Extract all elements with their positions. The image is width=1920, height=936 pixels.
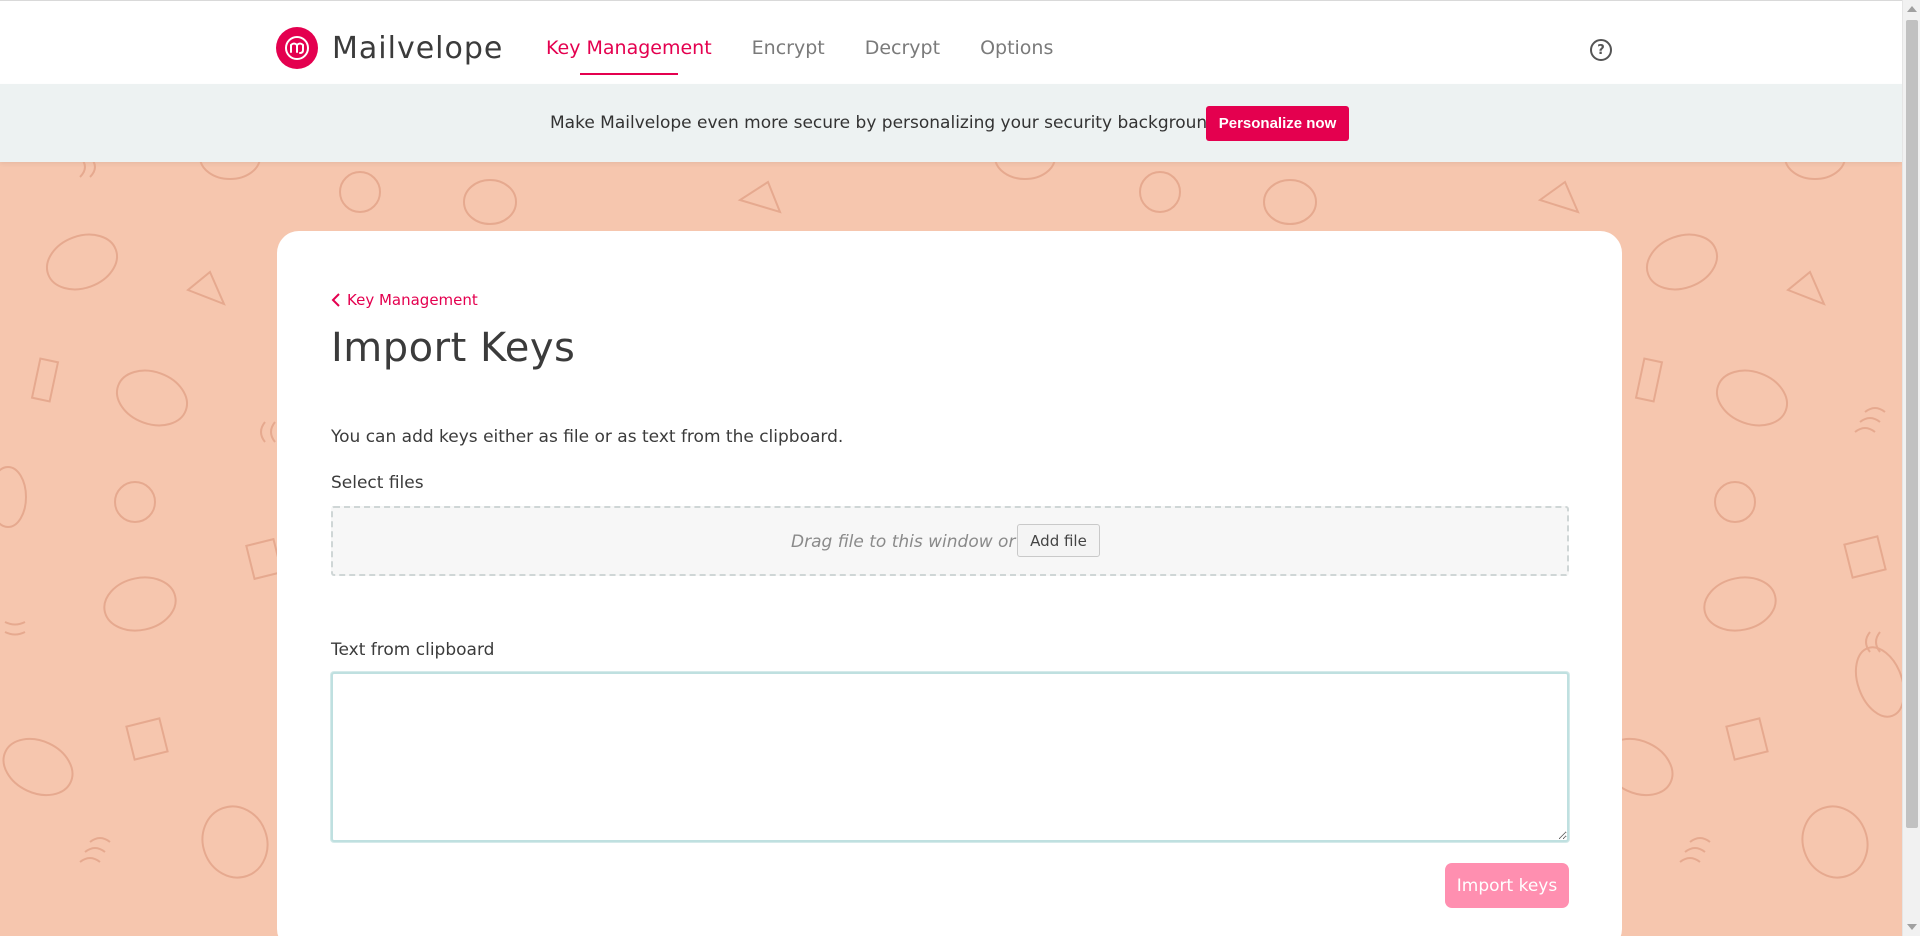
banner-text: Make Mailvelope even more secure by pers… [550, 113, 1224, 133]
mailvelope-logo-icon [276, 27, 318, 69]
page-title: Import Keys [331, 325, 576, 371]
clipboard-textarea[interactable] [331, 672, 1569, 842]
file-dropzone[interactable]: Drag file to this window or Add file [331, 506, 1569, 576]
nav-encrypt[interactable]: Encrypt [752, 37, 825, 59]
scroll-down-arrow-icon[interactable] [1907, 924, 1917, 930]
import-keys-card: Key Management Import Keys You can add k… [277, 231, 1622, 936]
select-files-label: Select files [331, 473, 424, 493]
personalize-banner: Make Mailvelope even more secure by pers… [0, 84, 1902, 162]
chevron-left-icon [331, 293, 340, 307]
scrollbar-thumb[interactable] [1906, 20, 1918, 828]
vertical-scrollbar[interactable] [1902, 0, 1920, 936]
brand-name: Mailvelope [332, 30, 504, 66]
main-nav: Key Management Encrypt Decrypt Options [546, 37, 1093, 75]
nav-decrypt[interactable]: Decrypt [865, 37, 940, 59]
breadcrumb-back-link[interactable]: Key Management [331, 291, 478, 309]
scroll-up-arrow-icon[interactable] [1907, 6, 1917, 12]
add-file-button[interactable]: Add file [1017, 524, 1100, 557]
help-circle-icon[interactable]: ? [1590, 39, 1612, 61]
intro-text: You can add keys either as file or as te… [331, 427, 844, 447]
drop-hint-text: Drag file to this window or [791, 532, 1016, 552]
import-keys-button[interactable]: Import keys [1445, 863, 1569, 908]
clipboard-label: Text from clipboard [331, 640, 495, 660]
breadcrumb-label: Key Management [347, 291, 478, 309]
personalize-now-button[interactable]: Personalize now [1206, 106, 1349, 141]
nav-key-management[interactable]: Key Management [546, 37, 712, 75]
nav-options[interactable]: Options [980, 37, 1053, 59]
top-navbar: Mailvelope Key Management Encrypt Decryp… [0, 0, 1902, 84]
brand[interactable]: Mailvelope [276, 27, 503, 69]
